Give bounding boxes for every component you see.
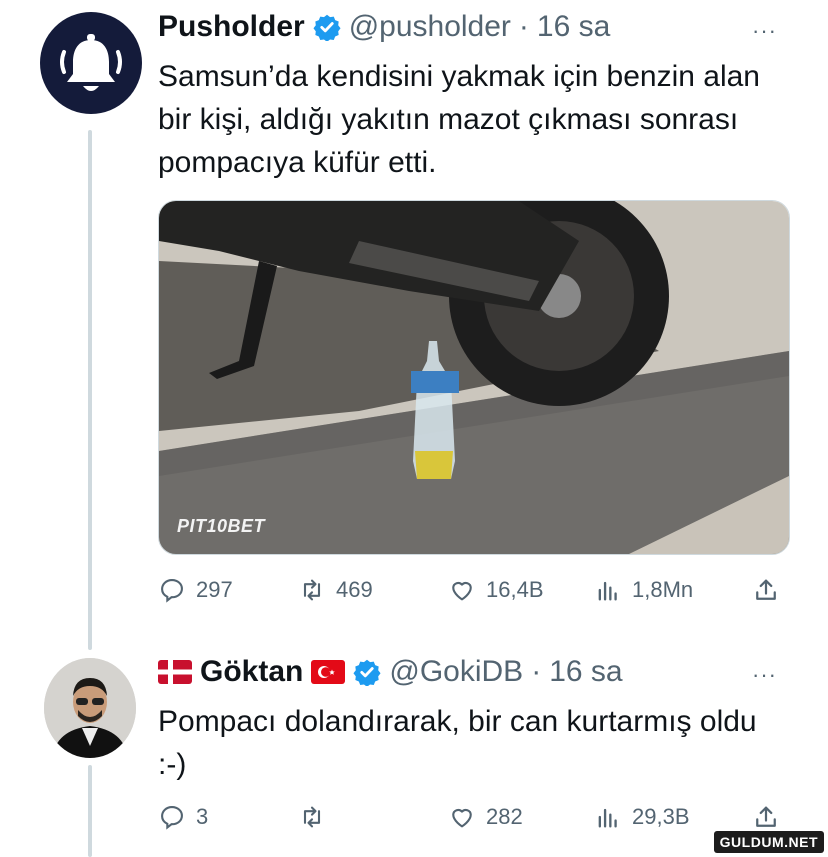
thread-line-top [88,130,92,650]
tweet-actions: 297 469 16,4B 1,8Mn [158,570,788,610]
reply-count: 3 [196,804,209,829]
heart-icon [452,581,472,601]
media-watermark: PIT10BET [177,516,266,536]
reply-author-handle[interactable]: @GokiDB [389,655,523,689]
reply-author-name[interactable]: Göktan [200,655,303,689]
views-icon [598,808,617,828]
reply-button[interactable]: 297 [158,570,233,610]
reply-icon [161,579,183,603]
reply-header: Göktan @GokiDB · 16 sa [158,655,623,689]
turkey-flag-icon [311,660,346,684]
heart-icon [452,808,472,828]
retweet-icon [303,806,321,828]
retweet-count: 469 [336,577,373,602]
tweet-time[interactable]: 16 sa [537,10,610,44]
reply-text: Pompacı dolandırarak, bir can kurtarmış … [158,705,757,781]
views-count: 1,8Mn [632,577,694,602]
views-icon [598,581,617,601]
like-button[interactable]: 282 [448,797,523,837]
retweet-button[interactable]: 469 [298,570,373,610]
like-count: 282 [486,804,523,829]
pusholder-avatar[interactable] [40,12,142,114]
like-button[interactable]: 16,4B [448,570,544,610]
verified-badge-icon [353,659,381,686]
views-button[interactable]: 1,8Mn [594,570,693,610]
retweet-button[interactable] [298,797,326,837]
reply-actions: 3 282 29,3B [158,797,788,837]
verified-badge-icon [313,14,341,41]
author-handle[interactable]: @pusholder [349,10,511,44]
author-name[interactable]: Pusholder [158,10,305,44]
goktan-avatar[interactable] [44,658,136,758]
thread-line-bottom [88,765,92,857]
share-button[interactable] [752,570,780,610]
motorcycle-photo [159,201,789,554]
separator: · [531,655,542,688]
views-button[interactable]: 29,3B [594,797,690,837]
like-count: 16,4B [486,577,544,602]
views-count: 29,3B [632,804,690,829]
bell-icon [60,34,122,91]
reply-button[interactable]: 3 [158,797,208,837]
tweet-text: Samsun’da kendisini yakmak için benzin a… [158,60,760,179]
retweet-icon [303,579,321,601]
share-icon [756,579,776,600]
reply-more-options-button[interactable]: ··· [752,662,777,688]
tweet-media-photo[interactable]: PIT10BET [158,200,790,555]
reply-icon [161,806,183,830]
site-watermark: GULDUM.NET [713,831,824,853]
reply-count: 297 [196,577,233,602]
separator: · [518,10,529,43]
share-icon [756,806,776,827]
more-options-button[interactable]: ··· [752,18,777,44]
reply-time[interactable]: 16 sa [549,655,622,689]
profile-photo [44,658,136,758]
tweet-header: Pusholder @pusholder · 16 sa [158,10,610,44]
denmark-flag-icon [158,660,192,684]
